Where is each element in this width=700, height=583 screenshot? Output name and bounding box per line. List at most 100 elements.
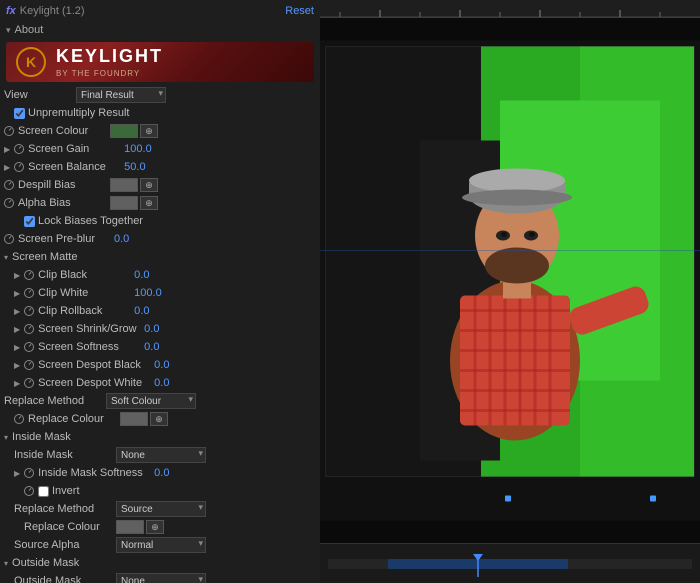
despill-bias-clock[interactable] (4, 180, 14, 190)
alpha-bias-row: Alpha Bias ⊕ (0, 194, 320, 212)
replace-colour-label: Replace Colour (28, 413, 118, 425)
about-section: ▾ About (0, 22, 320, 38)
screen-shrink-clock[interactable] (24, 324, 34, 334)
about-row[interactable]: ▾ About (6, 24, 314, 36)
invert-inside-checkbox[interactable] (38, 486, 49, 497)
screen-shrink-label: Screen Shrink/Grow (38, 323, 138, 335)
source-alpha-label: Source Alpha (14, 539, 114, 551)
screen-colour-clock[interactable] (4, 126, 14, 136)
alpha-bias-eyedrop[interactable]: ⊕ (140, 196, 158, 210)
replace-colour2-swatch[interactable] (116, 520, 144, 534)
view-label: View (4, 89, 74, 101)
unpremultiply-label: Unpremultiply Result (28, 107, 129, 119)
invert-inside-clock[interactable] (24, 486, 34, 496)
view-dropdown-wrap[interactable]: Final Result Source Screen Matte Inside … (76, 87, 166, 103)
screen-despot-white-clock[interactable] (24, 378, 34, 388)
clip-black-clock[interactable] (24, 270, 34, 280)
screen-despot-black-clock[interactable] (24, 360, 34, 370)
outside-mask-dropdown-wrap[interactable]: None Layer 1 Layer 2 (116, 573, 206, 583)
reset-button[interactable]: Reset (285, 5, 314, 17)
clip-rollback-label: Clip Rollback (38, 305, 128, 317)
clip-white-expand[interactable]: ▶ (14, 289, 20, 298)
screen-softness-row: ▶ Screen Softness 0.0 (0, 338, 320, 356)
replace-colour-swatch[interactable] (120, 412, 148, 426)
preview-area (320, 18, 700, 543)
screen-gain-value: 100.0 (124, 143, 152, 155)
screen-matte-label: Screen Matte (12, 251, 77, 263)
fx-label: fx (6, 5, 16, 17)
inside-mask-section[interactable]: ▾ Inside Mask (0, 428, 320, 446)
screen-gain-expand[interactable]: ▶ (4, 145, 10, 154)
screen-balance-label: Screen Balance (28, 161, 118, 173)
screen-colour-eyedrop[interactable]: ⊕ (140, 124, 158, 138)
despill-bias-swatch[interactable] (110, 178, 138, 192)
outside-mask-dropdown[interactable]: None Layer 1 Layer 2 (116, 573, 206, 583)
replace-method2-dropdown-wrap[interactable]: Source Foreground Background (116, 501, 206, 517)
invert-inside-row: Invert (0, 482, 320, 500)
inside-mask-softness-expand[interactable]: ▶ (14, 469, 20, 478)
despill-bias-eyedrop[interactable]: ⊕ (140, 178, 158, 192)
screen-colour-swatch[interactable] (110, 124, 138, 138)
screen-balance-clock[interactable] (14, 162, 24, 172)
screen-shrink-expand[interactable]: ▶ (14, 325, 20, 334)
keylight-title: KEYLIGHT (56, 46, 163, 67)
inside-mask-softness-value: 0.0 (154, 467, 169, 479)
preview-canvas (320, 18, 700, 543)
keylight-subtitle: BY THE FOUNDRY (56, 69, 163, 78)
alpha-bias-clock[interactable] (4, 198, 14, 208)
replace-method2-dropdown[interactable]: Source Foreground Background (116, 501, 206, 517)
lock-biases-checkbox[interactable] (24, 216, 35, 227)
timeline-bottom (320, 543, 700, 583)
time-ruler-top (320, 0, 700, 18)
screen-softness-expand[interactable]: ▶ (14, 343, 20, 352)
screen-despot-white-expand[interactable]: ▶ (14, 379, 20, 388)
screen-softness-value: 0.0 (144, 341, 159, 353)
inside-mask-dropdown[interactable]: None Layer 1 Layer 2 (116, 447, 206, 463)
replace-method-dropdown[interactable]: Soft Colour None Hard Colour Luma (106, 393, 196, 409)
replace-method2-row: Replace Method Source Foreground Backgro… (0, 500, 320, 518)
outside-mask-section[interactable]: ▾ Outside Mask (0, 554, 320, 572)
screen-gain-clock[interactable] (14, 144, 24, 154)
screen-despot-black-expand[interactable]: ▶ (14, 361, 20, 370)
replace-method2-label: Replace Method (14, 503, 114, 515)
screen-matte-triangle: ▾ (4, 253, 8, 262)
plugin-name: Keylight (1.2) (20, 5, 85, 17)
clip-black-value: 0.0 (134, 269, 149, 281)
about-label: About (15, 24, 44, 36)
source-alpha-dropdown-wrap[interactable]: Normal Screen Matte Inside Mask (116, 537, 206, 553)
screen-preblur-label: Screen Pre-blur (18, 233, 108, 245)
clip-rollback-expand[interactable]: ▶ (14, 307, 20, 316)
outside-mask-row: Outside Mask None Layer 1 Layer 2 (0, 572, 320, 583)
top-bar: fx Keylight (1.2) Reset (0, 0, 320, 22)
clip-white-clock[interactable] (24, 288, 34, 298)
clip-black-expand[interactable]: ▶ (14, 271, 20, 280)
replace-colour2-eyedrop[interactable]: ⊕ (146, 520, 164, 534)
source-alpha-dropdown[interactable]: Normal Screen Matte Inside Mask (116, 537, 206, 553)
clip-rollback-clock[interactable] (24, 306, 34, 316)
inside-mask-dropdown-wrap[interactable]: None Layer 1 Layer 2 (116, 447, 206, 463)
clip-white-label: Clip White (38, 287, 128, 299)
about-chevron: ▾ (6, 25, 11, 36)
scroll-content[interactable]: View Final Result Source Screen Matte In… (0, 86, 320, 583)
clip-rollback-value: 0.0 (134, 305, 149, 317)
view-dropdown[interactable]: Final Result Source Screen Matte Inside … (76, 87, 166, 103)
screen-despot-black-value: 0.0 (154, 359, 169, 371)
alpha-bias-swatch[interactable] (110, 196, 138, 210)
replace-colour-eyedrop[interactable]: ⊕ (150, 412, 168, 426)
screen-preblur-clock[interactable] (4, 234, 14, 244)
despill-bias-row: Despill Bias ⊕ (0, 176, 320, 194)
screen-balance-expand[interactable]: ▶ (4, 163, 10, 172)
screen-balance-value: 50.0 (124, 161, 145, 173)
screen-colour-row: Screen Colour ⊕ (0, 122, 320, 140)
screen-matte-section[interactable]: ▾ Screen Matte (0, 248, 320, 266)
screen-despot-white-row: ▶ Screen Despot White 0.0 (0, 374, 320, 392)
screen-softness-clock[interactable] (24, 342, 34, 352)
replace-colour-clock[interactable] (14, 414, 24, 424)
inside-mask-softness-clock[interactable] (24, 468, 34, 478)
logo-letter: K (26, 54, 36, 70)
replace-method-dropdown-wrap[interactable]: Soft Colour None Hard Colour Luma (106, 393, 196, 409)
inside-mask-triangle: ▾ (4, 433, 8, 442)
unpremultiply-checkbox[interactable] (14, 108, 25, 119)
outside-mask-label: Outside Mask (14, 575, 114, 583)
keylight-title-block: KEYLIGHT BY THE FOUNDRY (56, 46, 163, 78)
